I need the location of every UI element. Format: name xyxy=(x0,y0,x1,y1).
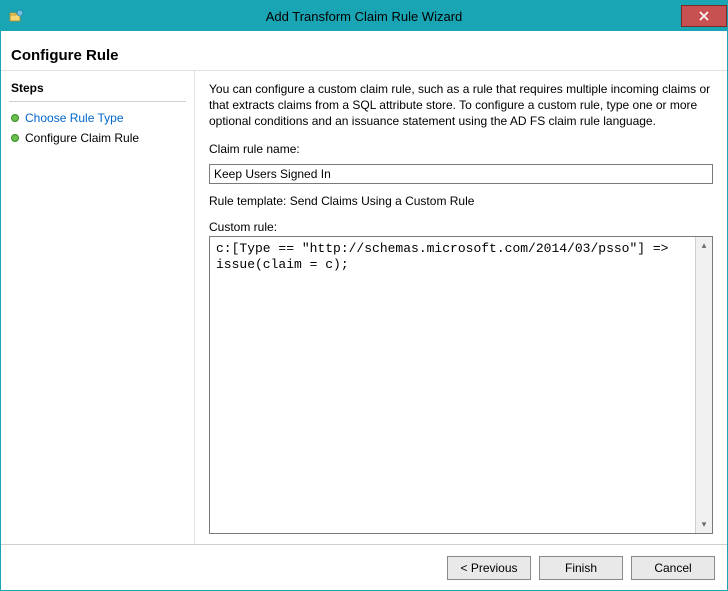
sidebar: Steps Choose Rule Type Configure Claim R… xyxy=(1,71,195,544)
step-label: Configure Claim Rule xyxy=(25,131,139,145)
claim-rule-name-input[interactable] xyxy=(209,164,713,184)
custom-rule-label: Custom rule: xyxy=(209,220,713,234)
finish-button[interactable]: Finish xyxy=(539,556,623,580)
custom-rule-area: ▴ ▾ xyxy=(209,236,713,534)
titlebar: Add Transform Claim Rule Wizard xyxy=(1,1,727,31)
main-panel: You can configure a custom claim rule, s… xyxy=(195,71,727,544)
close-icon xyxy=(699,11,709,21)
scroll-down-icon[interactable]: ▾ xyxy=(698,518,711,531)
body: Steps Choose Rule Type Configure Claim R… xyxy=(1,71,727,544)
step-configure-claim-rule[interactable]: Configure Claim Rule xyxy=(9,128,186,148)
steps-heading: Steps xyxy=(9,77,186,102)
header-band: Configure Rule xyxy=(1,31,727,71)
step-bullet-icon xyxy=(11,114,19,122)
scrollbar[interactable]: ▴ ▾ xyxy=(695,237,712,533)
description-text: You can configure a custom claim rule, s… xyxy=(209,81,713,130)
app-icon xyxy=(9,8,25,24)
window-title: Add Transform Claim Rule Wizard xyxy=(1,9,727,24)
page-title: Configure Rule xyxy=(11,47,119,64)
custom-rule-textarea[interactable] xyxy=(210,237,695,533)
step-label: Choose Rule Type xyxy=(25,111,124,125)
cancel-button[interactable]: Cancel xyxy=(631,556,715,580)
step-bullet-icon xyxy=(11,134,19,142)
previous-button[interactable]: < Previous xyxy=(447,556,531,580)
claim-rule-name-label: Claim rule name: xyxy=(209,142,713,156)
wizard-window: Add Transform Claim Rule Wizard Configur… xyxy=(0,0,728,591)
close-button[interactable] xyxy=(681,5,727,27)
step-choose-rule-type[interactable]: Choose Rule Type xyxy=(9,108,186,128)
scroll-up-icon[interactable]: ▴ xyxy=(698,239,711,252)
rule-template-text: Rule template: Send Claims Using a Custo… xyxy=(209,194,713,208)
footer: < Previous Finish Cancel xyxy=(1,544,727,590)
